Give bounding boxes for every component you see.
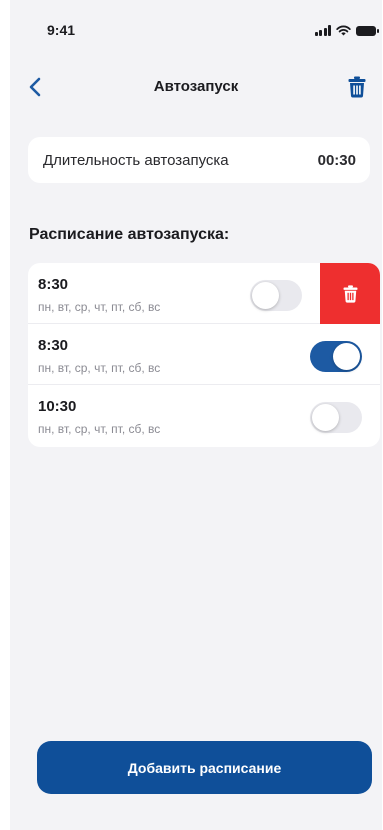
- schedule-row[interactable]: 10:30 пн, вт, ср, чт, пт, сб, вс: [28, 385, 380, 447]
- toggle-knob: [252, 282, 279, 309]
- schedule-list: 8:30 пн, вт, ср, чт, пт, сб, вс 8:30 пн,…: [28, 263, 380, 447]
- schedule-row[interactable]: 8:30 пн, вт, ср, чт, пт, сб, вс: [28, 324, 380, 385]
- schedule-row-content: 8:30 пн, вт, ср, чт, пт, сб, вс: [28, 324, 380, 384]
- status-icons: [314, 25, 379, 36]
- schedule-time: 10:30: [38, 398, 77, 415]
- schedule-section-title: Расписание автозапуска:: [29, 226, 230, 243]
- trash-icon: [343, 284, 357, 303]
- schedule-time: 8:30: [38, 276, 69, 293]
- app-screen: 9:41 Автозапуск Длительность автозапуска…: [10, 0, 382, 830]
- schedule-days: пн, вт, ср, чт, пт, сб, вс: [38, 361, 161, 375]
- delete-schedule-button[interactable]: [320, 263, 380, 324]
- duration-label: Длительность автозапуска: [43, 151, 229, 169]
- duration-value: 00:30: [317, 151, 356, 169]
- schedule-toggle[interactable]: [310, 341, 362, 372]
- status-bar: 9:41: [10, 22, 382, 42]
- schedule-days: пн, вт, ср, чт, пт, сб, вс: [38, 422, 161, 436]
- wifi-icon: [336, 25, 351, 36]
- schedule-row[interactable]: 8:30 пн, вт, ср, чт, пт, сб, вс: [28, 263, 380, 324]
- schedule-days: пн, вт, ср, чт, пт, сб, вс: [38, 300, 161, 314]
- schedule-toggle[interactable]: [310, 402, 362, 433]
- duration-setting[interactable]: Длительность автозапуска 00:30: [28, 137, 370, 183]
- delete-all-button[interactable]: [344, 74, 370, 100]
- toggle-knob: [333, 343, 360, 370]
- schedule-row-content: 10:30 пн, вт, ср, чт, пт, сб, вс: [28, 385, 380, 447]
- trash-icon: [348, 76, 366, 98]
- toggle-knob: [312, 404, 339, 431]
- page-title: Автозапуск: [153, 78, 239, 95]
- schedule-time: 8:30: [38, 337, 69, 354]
- signal-icon: [314, 25, 331, 36]
- add-schedule-button[interactable]: Добавить расписание: [37, 741, 372, 794]
- status-time: 9:41: [47, 22, 76, 38]
- schedule-toggle[interactable]: [250, 280, 302, 311]
- nav-bar: Автозапуск: [10, 72, 382, 102]
- battery-icon: [356, 26, 379, 36]
